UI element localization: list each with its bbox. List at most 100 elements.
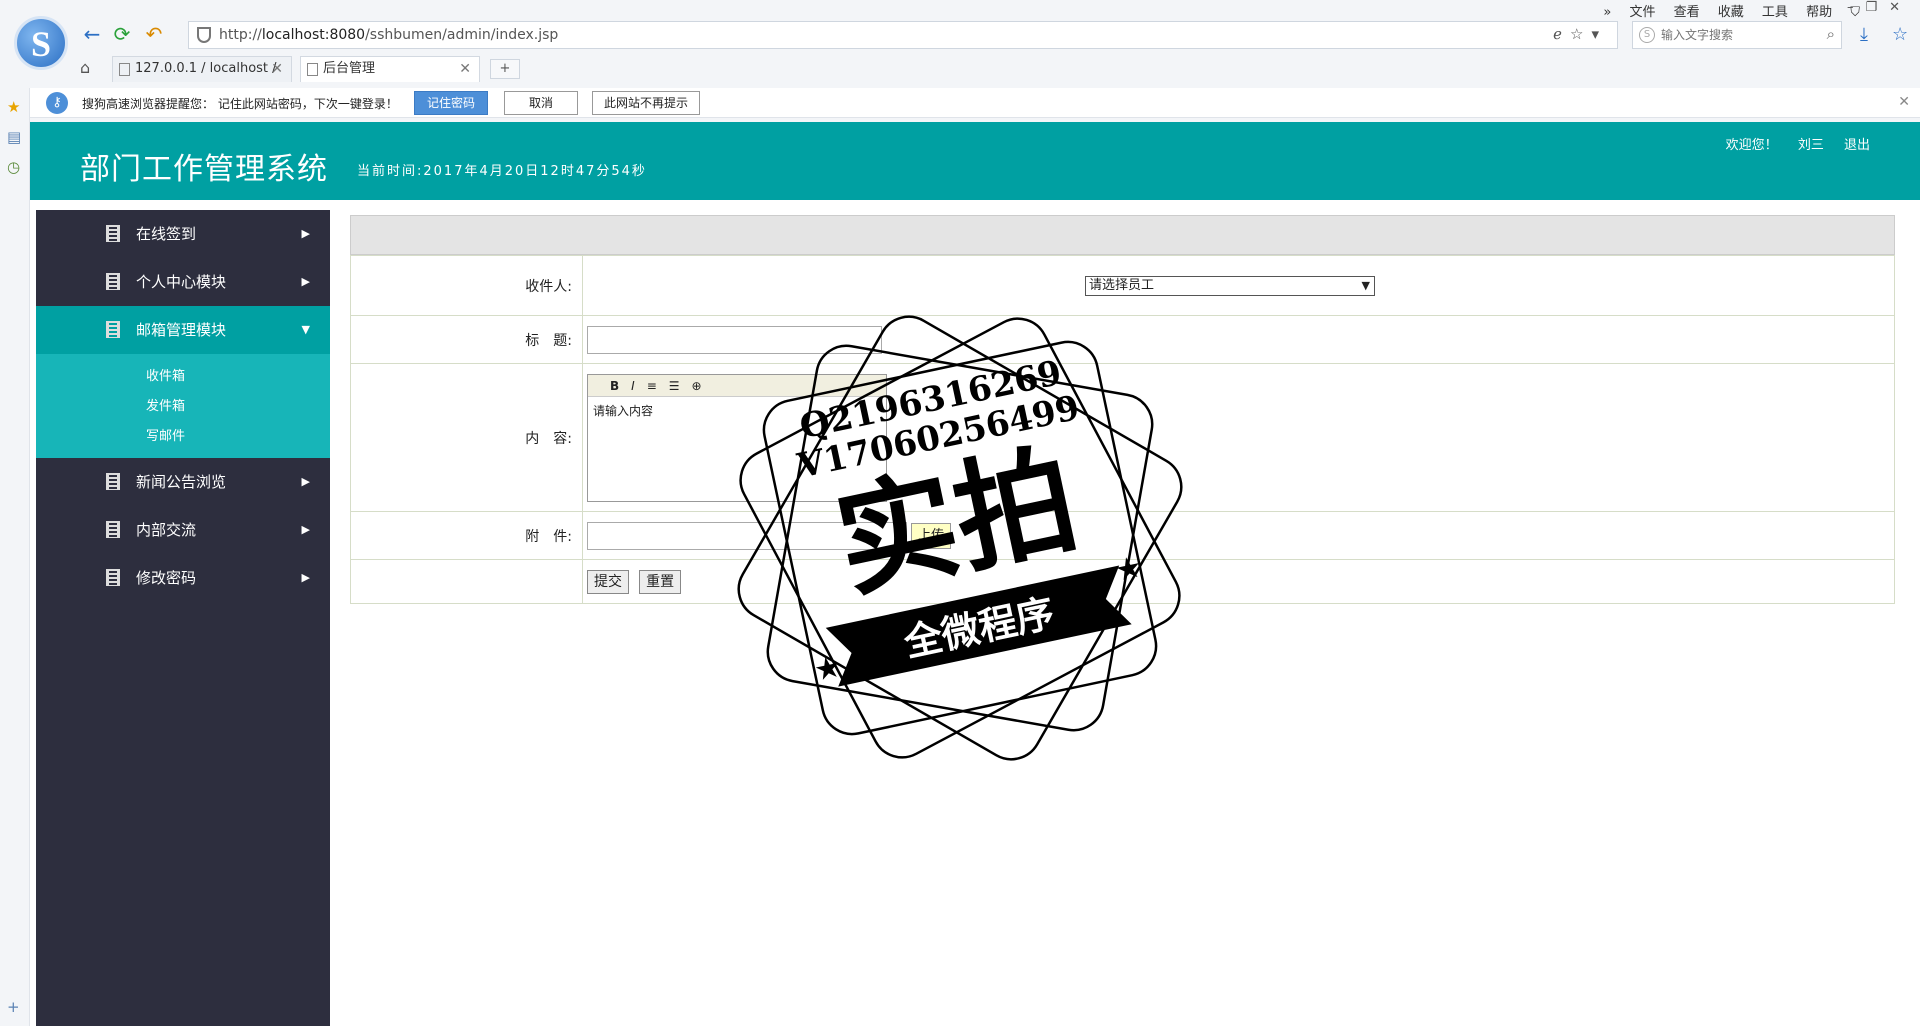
restore-icon[interactable]: ❐ <box>1865 0 1889 15</box>
home-icon[interactable]: ⌂ <box>80 58 90 77</box>
recipient-label: 收件人: <box>350 255 583 316</box>
window-controls: –❐✕ <box>1847 0 1912 15</box>
sidebar-item-label: 修改密码 <box>136 569 197 587</box>
submenu-compose[interactable]: 写邮件 <box>36 422 330 452</box>
sidebar-item-label: 邮箱管理模块 <box>136 321 227 339</box>
editor-toolbar: BI≡☰⊕ <box>588 374 886 397</box>
panel-header-bar <box>350 215 1895 255</box>
tab-phpmyadmin[interactable]: 127.0.0.1 / localhost / ✕ <box>112 56 292 82</box>
attachment-cell: 上传 <box>582 511 1895 560</box>
reset-button[interactable]: 重置 <box>639 569 682 594</box>
back-icon[interactable]: ← <box>80 22 104 46</box>
recipient-select-value: 请选择员工 <box>1089 277 1155 293</box>
content-cell: BI≡☰⊕ 请输入内容 <box>582 363 1895 512</box>
sidebar-item-label: 新闻公告浏览 <box>136 473 227 491</box>
subject-label: 标 题: <box>350 315 583 364</box>
close-icon[interactable]: ✕ <box>271 57 283 81</box>
minimize-icon[interactable]: – <box>1847 0 1866 15</box>
user-name-link[interactable]: 刘三 <box>1798 138 1824 153</box>
refresh-icon[interactable]: ⟳ <box>110 22 134 46</box>
sogou-icon: S <box>1639 27 1655 43</box>
actions-label-cell <box>350 559 583 604</box>
remember-password-button[interactable]: 记住密码 <box>414 91 488 115</box>
logout-link[interactable]: 退出 <box>1844 138 1870 153</box>
attachment-input[interactable] <box>587 521 907 550</box>
search-box[interactable]: S ⌕ <box>1632 21 1842 49</box>
sidebar-item-label: 在线签到 <box>136 225 197 243</box>
content-editor[interactable]: BI≡☰⊕ 请输入内容 <box>587 373 887 502</box>
sidebar-item-password[interactable]: 修改密码 ▶ <box>36 554 330 602</box>
undo-icon[interactable]: ↶ <box>142 22 166 46</box>
chevron-right-icon: ▶ <box>301 275 310 288</box>
sidebar-item-personal[interactable]: 个人中心模块 ▶ <box>36 258 330 306</box>
search-icon[interactable]: ⌕ <box>1827 25 1835 43</box>
close-window-icon[interactable]: ✕ <box>1889 0 1912 15</box>
welcome-text: 欢迎您！ <box>1725 138 1778 153</box>
pma-icon <box>119 63 130 76</box>
subject-input[interactable] <box>587 325 882 354</box>
page-header: 部门工作管理系统 当前时间:2017年4月20日12时47分54秒 欢迎您！ 刘… <box>30 122 1920 200</box>
actions-cell: 提交 重置 <box>582 559 1895 604</box>
star-icon[interactable]: ★ <box>7 98 20 116</box>
menu-tools[interactable]: 工具 <box>1762 5 1788 20</box>
search-input[interactable] <box>1661 26 1811 44</box>
notes-icon[interactable]: ▤ <box>7 128 21 146</box>
menu-help[interactable]: 帮助 <box>1806 5 1832 20</box>
submenu-sent[interactable]: 发件箱 <box>36 392 330 422</box>
tab-label: 127.0.0.1 / localhost / <box>135 61 277 76</box>
ordered-list-icon[interactable]: ≡ <box>647 379 669 393</box>
password-notice-bar: ⚷ 搜狗高速浏览器提醒您： 记住此网站密码，下次一键登录！ 记住密码 取消 此网… <box>30 88 1920 118</box>
recipient-select[interactable]: 请选择员工 ▼ <box>1085 275 1375 296</box>
submenu-inbox[interactable]: 收件箱 <box>36 362 330 392</box>
cancel-button[interactable]: 取消 <box>504 91 578 115</box>
compose-mail-panel: 收件人: 请选择员工 ▼ 标 题: 内 容: BI≡☰⊕ 请输入内容 附 件: 上… <box>350 215 1895 604</box>
new-tab-button[interactable]: + <box>490 59 520 79</box>
editor-body[interactable]: 请输入内容 <box>588 397 886 424</box>
form-row-recipient: 收件人: 请选择员工 ▼ <box>350 255 1895 316</box>
left-toolbar: ★ ▤ ◷ + <box>0 88 30 1026</box>
sidebar-item-exchange[interactable]: 内部交流 ▶ <box>36 506 330 554</box>
tab-bar: ⌂ 127.0.0.1 / localhost / ✕ 后台管理 ✕ + <box>0 56 1920 82</box>
menu-view[interactable]: 查看 <box>1674 5 1700 20</box>
sidebar-item-news[interactable]: 新闻公告浏览 ▶ <box>36 458 330 506</box>
compose-form: 收件人: 请选择员工 ▼ 标 题: 内 容: BI≡☰⊕ 请输入内容 附 件: 上… <box>350 255 1895 604</box>
user-links: 欢迎您！ 刘三 退出 <box>1710 134 1870 153</box>
sidebar: 在线签到 ▶ 个人中心模块 ▶ 邮箱管理模块 ▼ 收件箱 发件箱 写邮件 新闻公… <box>36 210 330 1026</box>
shield-icon <box>197 27 211 43</box>
form-row-subject: 标 题: <box>350 315 1895 364</box>
close-icon[interactable]: ✕ <box>459 57 471 81</box>
ie-mode-icon[interactable]: ℯ <box>1553 25 1570 43</box>
address-tools[interactable]: ℯ☆▾ <box>1553 25 1607 43</box>
current-time: 当前时间:2017年4月20日12时47分54秒 <box>357 164 647 179</box>
key-icon: ⚷ <box>46 92 68 114</box>
attachment-label: 附 件: <box>350 511 583 560</box>
menu-file[interactable]: 文件 <box>1629 5 1655 20</box>
tab-admin[interactable]: 后台管理 ✕ <box>300 56 480 82</box>
history-icon[interactable]: ◷ <box>7 158 20 176</box>
sidebar-item-label: 内部交流 <box>136 521 197 539</box>
more-icon[interactable]: » <box>1603 5 1611 20</box>
sidebar-item-checkin[interactable]: 在线签到 ▶ <box>36 210 330 258</box>
favorites-icon[interactable]: ☆ <box>1892 24 1908 45</box>
sidebar-item-label: 个人中心模块 <box>136 273 227 291</box>
unordered-list-icon[interactable]: ☰ <box>669 379 692 393</box>
close-icon[interactable]: ✕ <box>1898 94 1910 110</box>
star-icon[interactable]: ☆ <box>1570 25 1591 43</box>
link-icon[interactable]: ⊕ <box>692 379 714 393</box>
content-label: 内 容: <box>350 363 583 512</box>
notebook-icon <box>106 273 120 290</box>
chevron-down-icon[interactable]: ▾ <box>1591 25 1607 43</box>
never-prompt-button[interactable]: 此网站不再提示 <box>592 91 700 115</box>
form-row-content: 内 容: BI≡☰⊕ 请输入内容 <box>350 363 1895 512</box>
sidebar-item-mail[interactable]: 邮箱管理模块 ▼ <box>36 306 330 354</box>
bold-icon[interactable]: B <box>610 379 631 393</box>
address-bar[interactable]: http://localhost:8080/sshbumen/admin/ind… <box>188 21 1618 49</box>
upload-button[interactable]: 上传 <box>911 522 952 549</box>
submit-button[interactable]: 提交 <box>587 569 629 594</box>
add-icon[interactable]: + <box>7 998 20 1016</box>
menu-favorites[interactable]: 收藏 <box>1718 5 1744 20</box>
italic-icon[interactable]: I <box>631 379 647 393</box>
download-icon[interactable]: ⤓ <box>1860 24 1868 45</box>
form-row-attachment: 附 件: 上传 <box>350 511 1895 560</box>
chevron-right-icon: ▶ <box>301 571 310 584</box>
